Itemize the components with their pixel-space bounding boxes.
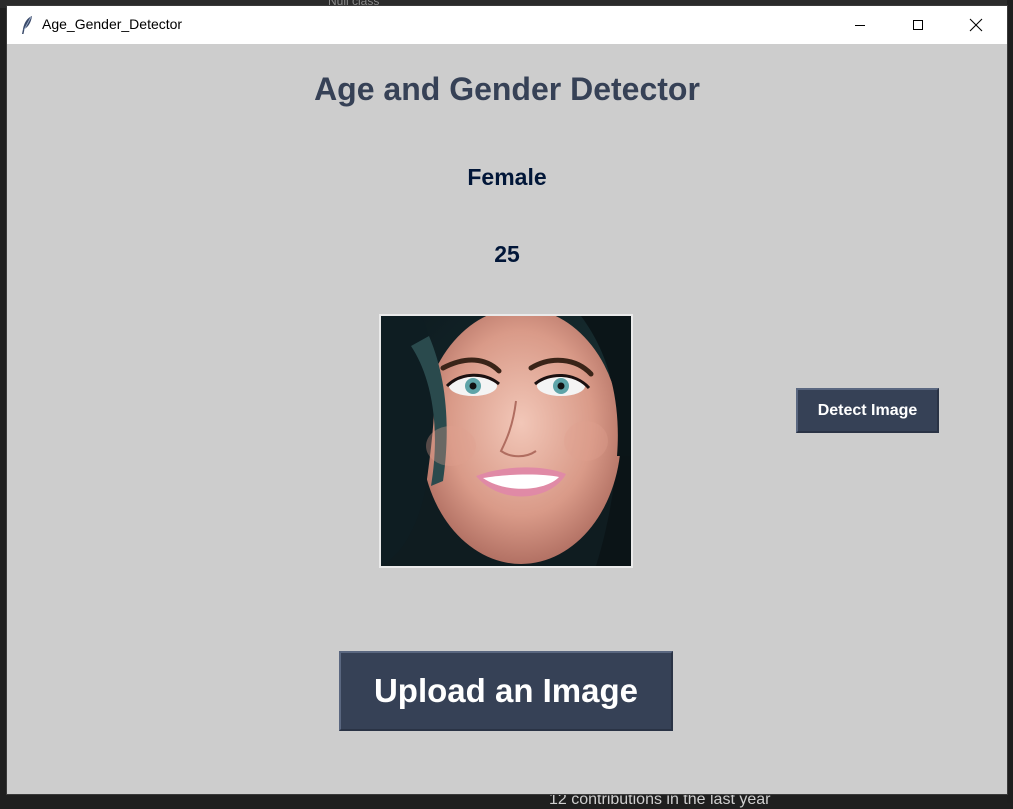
feather-icon	[19, 15, 35, 35]
detect-image-button[interactable]: Detect Image	[796, 388, 939, 433]
age-result-label: 25	[494, 241, 520, 267]
maximize-icon	[913, 20, 923, 30]
uploaded-image	[379, 314, 633, 568]
window-title: Age_Gender_Detector	[42, 16, 183, 32]
minimize-button[interactable]	[831, 6, 889, 44]
page-title: Age and Gender Detector	[314, 71, 700, 107]
app-window: Age_Gender_Detector Age and Gender Detec…	[7, 6, 1007, 794]
face-photo	[381, 316, 631, 566]
main-content: Age and Gender Detector Female 25 Detect…	[7, 44, 1007, 794]
minimize-icon	[855, 25, 865, 26]
maximize-button[interactable]	[889, 6, 947, 44]
upload-image-button[interactable]: Upload an Image	[339, 651, 673, 731]
close-icon	[969, 18, 983, 32]
desktop-background-right	[1007, 0, 1013, 803]
close-button[interactable]	[947, 6, 1005, 44]
title-bar[interactable]: Age_Gender_Detector	[7, 6, 1007, 44]
gender-result-label: Female	[467, 164, 547, 190]
